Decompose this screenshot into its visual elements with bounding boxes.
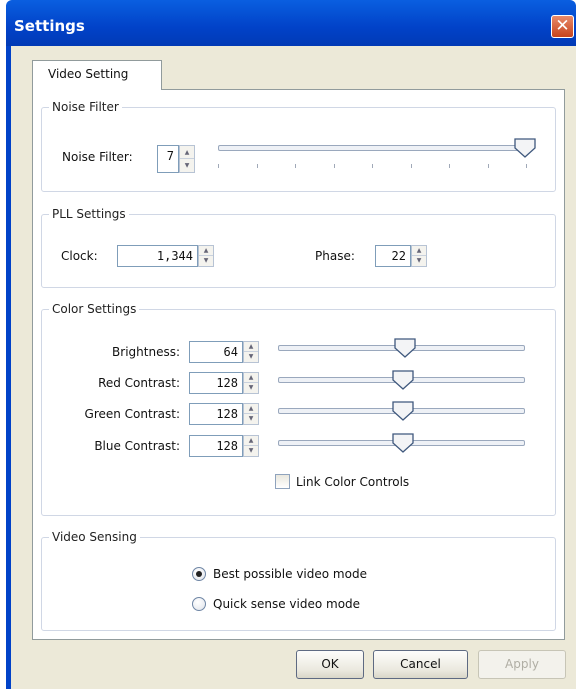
ok-button[interactable]: OK: [296, 650, 364, 679]
cancel-button[interactable]: Cancel: [373, 650, 468, 679]
phase-stepper[interactable]: ▲ ▼: [411, 245, 427, 267]
best-possible-video-mode-label[interactable]: Best possible video mode: [213, 567, 367, 581]
close-button[interactable]: ✕: [551, 15, 574, 38]
close-icon: ✕: [555, 16, 570, 36]
stepper-down-icon[interactable]: ▼: [244, 414, 258, 424]
stepper-up-icon[interactable]: ▲: [412, 246, 426, 256]
brightness-slider-thumb[interactable]: [394, 338, 416, 358]
slider-tick: [526, 164, 527, 168]
blue-contrast-stepper[interactable]: ▲ ▼: [243, 435, 259, 457]
slider-tick: [411, 164, 412, 168]
quick-sense-video-mode-radio[interactable]: [192, 597, 206, 611]
noise-filter-group-title: Noise Filter: [49, 100, 122, 114]
noise-filter-slider-track[interactable]: [218, 145, 533, 151]
noise-filter-input[interactable]: 7: [157, 145, 179, 173]
apply-button[interactable]: Apply: [478, 650, 566, 679]
video-sensing-group-title: Video Sensing: [49, 530, 140, 544]
stepper-down-icon[interactable]: ▼: [244, 446, 258, 456]
slider-tick: [218, 164, 219, 168]
color-settings-group-title: Color Settings: [49, 302, 140, 316]
brightness-input[interactable]: 64: [189, 341, 243, 363]
brightness-stepper[interactable]: ▲ ▼: [243, 341, 259, 363]
pll-settings-group-title: PLL Settings: [49, 207, 129, 221]
blue-contrast-input[interactable]: 128: [189, 435, 243, 457]
title-bar[interactable]: Settings: [6, 0, 576, 46]
tab-video-setting[interactable]: Video Setting: [32, 60, 162, 90]
red-contrast-stepper[interactable]: ▲ ▼: [243, 372, 259, 394]
stepper-down-icon[interactable]: ▼: [180, 159, 194, 172]
settings-window: Settings ✕ Video Setting Noise Filter No…: [0, 0, 576, 689]
slider-tick: [334, 164, 335, 168]
green-contrast-input[interactable]: 128: [189, 403, 243, 425]
stepper-up-icon[interactable]: ▲: [244, 342, 258, 352]
stepper-up-icon[interactable]: ▲: [244, 404, 258, 414]
phase-input[interactable]: 22: [375, 245, 411, 267]
clock-input[interactable]: 1,344: [117, 245, 198, 267]
window-title: Settings: [14, 17, 85, 35]
phase-label: Phase:: [315, 249, 355, 263]
best-possible-video-mode-radio[interactable]: [192, 567, 206, 581]
slider-tick: [449, 164, 450, 168]
green-contrast-slider-thumb[interactable]: [392, 401, 414, 421]
green-contrast-label: Green Contrast:: [84, 407, 180, 421]
noise-filter-stepper[interactable]: ▲ ▼: [179, 145, 195, 173]
clock-stepper[interactable]: ▲ ▼: [198, 245, 214, 267]
red-contrast-label: Red Contrast:: [98, 376, 180, 390]
link-color-controls-checkbox[interactable]: [275, 474, 290, 489]
green-contrast-stepper[interactable]: ▲ ▼: [243, 403, 259, 425]
slider-tick: [488, 164, 489, 168]
clock-label: Clock:: [61, 249, 98, 263]
stepper-down-icon[interactable]: ▼: [244, 383, 258, 393]
video-sensing-group: [41, 537, 556, 631]
stepper-up-icon[interactable]: ▲: [199, 246, 213, 256]
red-contrast-slider-thumb[interactable]: [392, 370, 414, 390]
radio-selected-dot: [196, 571, 202, 577]
brightness-label: Brightness:: [112, 345, 180, 359]
blue-contrast-slider-thumb[interactable]: [392, 433, 414, 453]
slider-tick: [372, 164, 373, 168]
stepper-up-icon[interactable]: ▲: [244, 436, 258, 446]
stepper-down-icon[interactable]: ▼: [412, 256, 426, 266]
stepper-up-icon[interactable]: ▲: [244, 373, 258, 383]
slider-tick: [257, 164, 258, 168]
stepper-down-icon[interactable]: ▼: [199, 256, 213, 266]
link-color-controls-label[interactable]: Link Color Controls: [296, 475, 409, 489]
noise-filter-slider-thumb[interactable]: [514, 138, 536, 158]
noise-filter-label: Noise Filter:: [62, 150, 133, 164]
tab-label: Video Setting: [48, 67, 129, 81]
blue-contrast-label: Blue Contrast:: [94, 439, 180, 453]
stepper-up-icon[interactable]: ▲: [180, 146, 194, 159]
slider-tick: [295, 164, 296, 168]
quick-sense-video-mode-label[interactable]: Quick sense video mode: [213, 597, 360, 611]
red-contrast-input[interactable]: 128: [189, 372, 243, 394]
stepper-down-icon[interactable]: ▼: [244, 352, 258, 362]
